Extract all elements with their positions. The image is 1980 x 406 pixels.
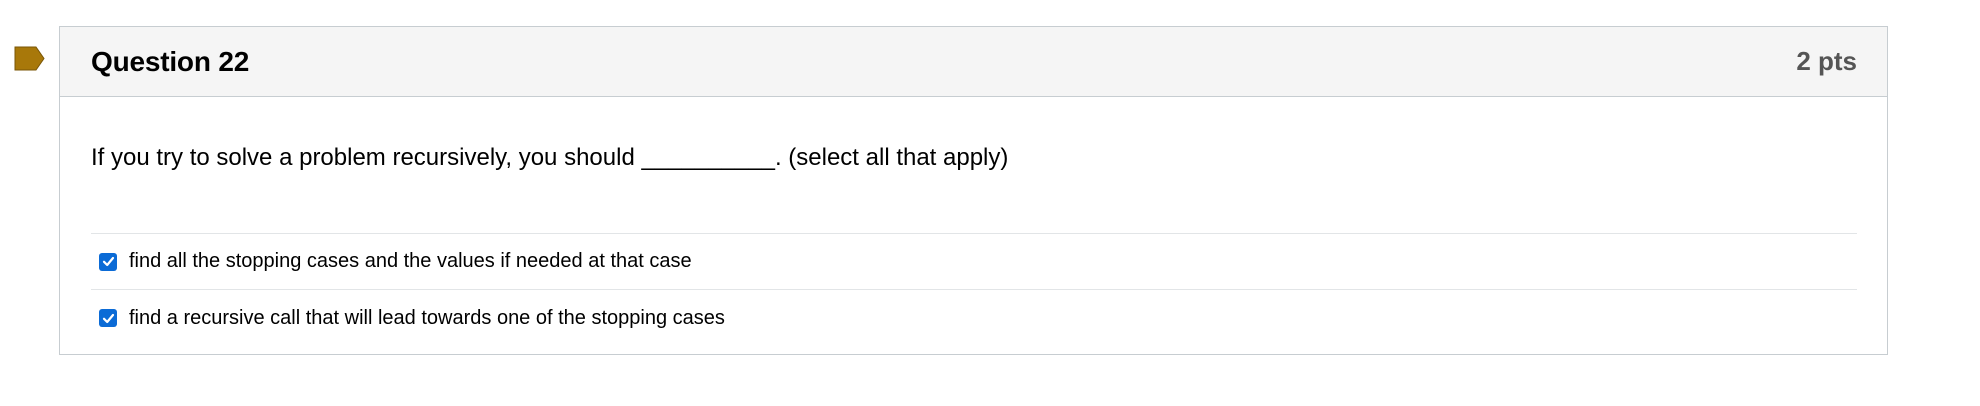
flag-marker-icon[interactable] (14, 46, 45, 71)
question-body: If you try to solve a problem recursivel… (60, 97, 1887, 346)
question-card: Question 22 2 pts If you try to solve a … (59, 26, 1888, 355)
question-text: If you try to solve a problem recursivel… (91, 144, 1009, 171)
answer-list: find all the stopping cases and the valu… (91, 233, 1857, 346)
answer-option[interactable]: find a recursive call that will lead tow… (91, 290, 1857, 346)
question-header: Question 22 2 pts (60, 27, 1887, 97)
question-points: 2 pts (1796, 46, 1857, 76)
answer-option[interactable]: find all the stopping cases and the valu… (91, 234, 1857, 290)
checked-checkbox-icon[interactable] (99, 252, 117, 271)
answer-label: find a recursive call that will lead tow… (129, 306, 725, 329)
checked-checkbox-icon[interactable] (99, 309, 117, 327)
question-title: Question 22 (91, 45, 250, 77)
answer-label: find all the stopping cases and the valu… (129, 250, 692, 272)
quiz-page: Question 22 2 pts If you try to solve a … (0, 0, 1980, 406)
